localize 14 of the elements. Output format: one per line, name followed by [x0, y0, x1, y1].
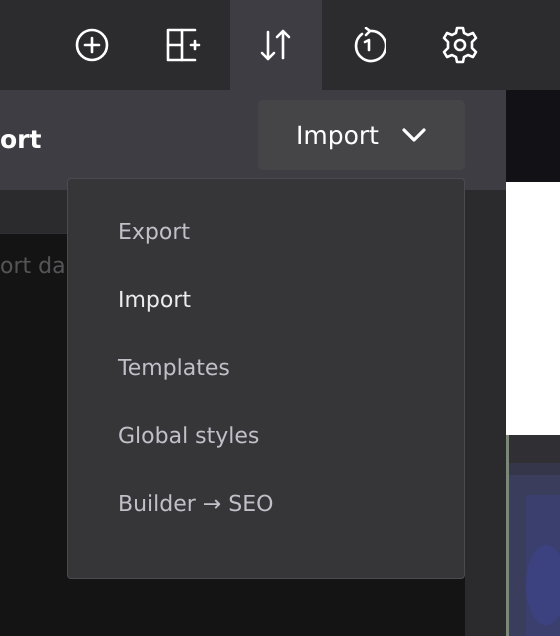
- plus-circle-icon: [75, 28, 109, 62]
- textarea-placeholder: ort da: [0, 254, 66, 279]
- sort-button[interactable]: [230, 0, 322, 90]
- layout-add-icon: [165, 28, 203, 62]
- settings-icon: [440, 25, 480, 65]
- menu-item[interactable]: Export: [118, 213, 464, 281]
- chevron-down-icon: [400, 127, 427, 143]
- import-dropdown[interactable]: Import: [258, 100, 465, 170]
- menu-item[interactable]: Import: [118, 281, 464, 349]
- panel-title: ort: [0, 124, 42, 154]
- sort-arrows-icon: [259, 28, 293, 62]
- menu-item[interactable]: Global styles: [118, 417, 464, 485]
- menu-item[interactable]: Builder → SEO: [118, 485, 464, 553]
- menu-item[interactable]: Templates: [118, 349, 464, 417]
